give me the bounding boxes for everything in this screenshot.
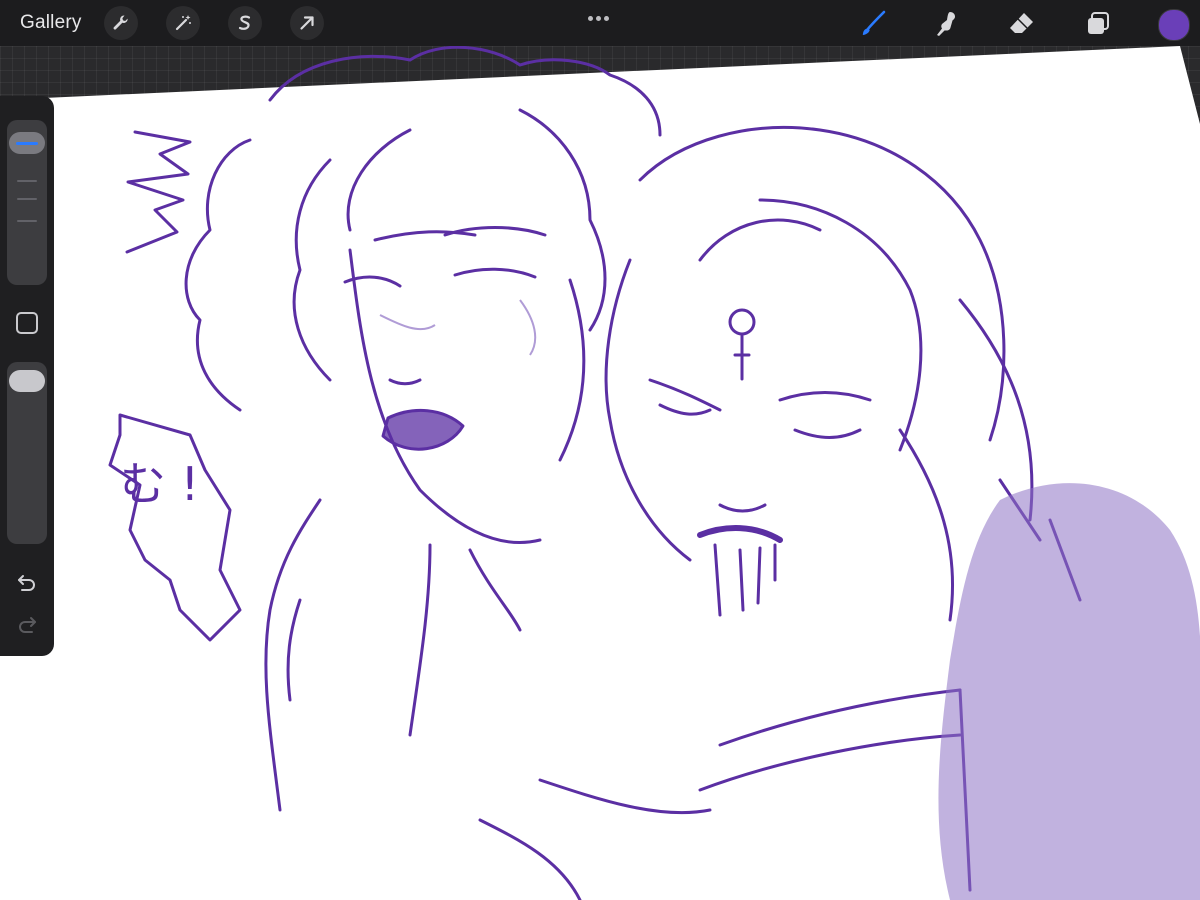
layers-icon (1088, 12, 1109, 34)
brush-icon (862, 10, 886, 35)
layers-button[interactable] (1080, 6, 1116, 42)
brush-opacity-slider[interactable] (7, 362, 47, 544)
eraser-icon (1010, 13, 1033, 33)
redo-icon (19, 617, 36, 633)
transform-button[interactable] (290, 6, 324, 40)
brush-sidebar (0, 96, 54, 656)
speech-bubble-text: む ! (120, 457, 199, 511)
adjustments-button[interactable] (166, 6, 200, 40)
modify-button[interactable] (16, 312, 38, 334)
smudge-tool[interactable] (929, 6, 965, 42)
canvas-area[interactable]: む ! (0, 46, 1200, 900)
color-picker-button[interactable] (1158, 9, 1190, 41)
wrench-icon (113, 15, 128, 30)
size-tick (17, 220, 37, 222)
size-tick (17, 198, 37, 200)
undo-button[interactable] (14, 572, 40, 594)
brush-size-thumb[interactable] (9, 132, 45, 154)
redo-button[interactable] (14, 614, 40, 636)
magic-wand-icon (175, 15, 191, 31)
transform-arrow-icon (300, 16, 314, 30)
top-toolbar: Gallery (0, 0, 1200, 46)
size-tick (17, 180, 37, 182)
ellipsis-icon[interactable] (588, 8, 612, 21)
selection-icon (238, 15, 251, 30)
brush-opacity-thumb[interactable] (9, 370, 45, 392)
brush-tool[interactable] (855, 6, 891, 42)
undo-icon (18, 575, 35, 591)
sketch-artwork: む ! (108, 46, 1200, 900)
gallery-button[interactable]: Gallery (20, 12, 82, 34)
selection-button[interactable] (228, 6, 262, 40)
brush-size-slider[interactable] (7, 120, 47, 285)
actions-button[interactable] (104, 6, 138, 40)
eraser-tool[interactable] (1004, 6, 1040, 42)
smudge-icon (937, 12, 955, 36)
